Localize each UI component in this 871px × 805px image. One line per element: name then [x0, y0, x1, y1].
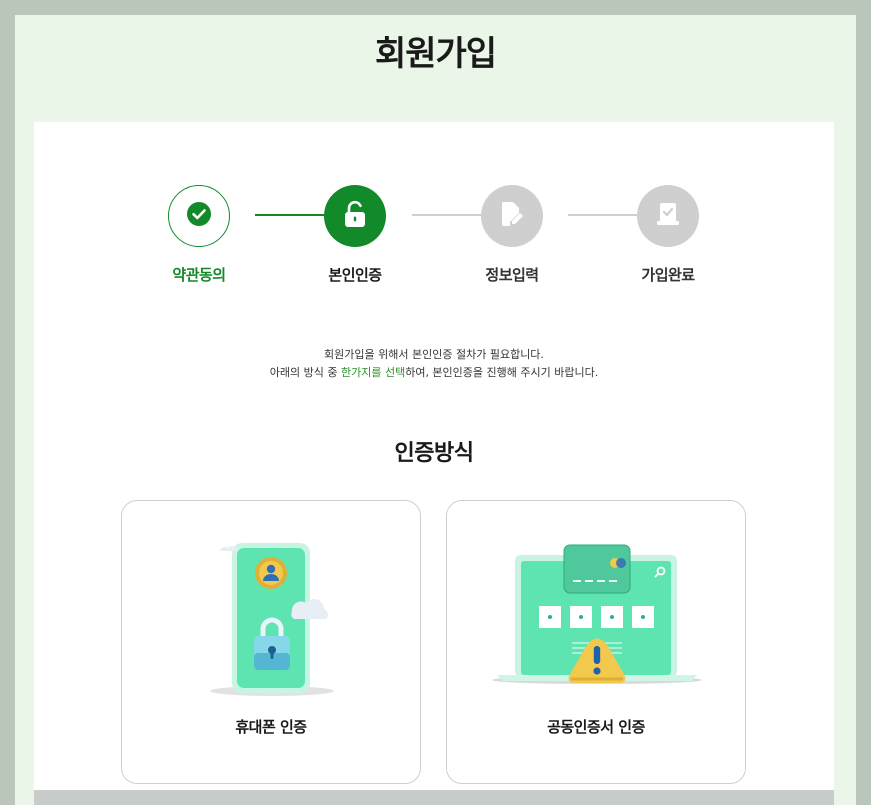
step-label-complete: 가입완료	[641, 266, 695, 284]
method-section-title: 인증방식	[394, 441, 474, 466]
step-label-terms: 약관동의	[172, 266, 226, 284]
step-terms-circle	[168, 185, 230, 247]
phone-verification-label: 휴대폰 인증	[235, 718, 307, 736]
verification-description: 회원가입을 위해서 본인인증 절차가 필요합니다. 아래의 방식 중 한가지를 …	[34, 346, 834, 382]
main-content-card: 약관동의 본인인증 정보입력 가입완료 회원가입을 위해서 본인인증 절차가 필…	[34, 122, 834, 805]
step-verify-circle	[324, 185, 386, 247]
unlock-icon	[342, 200, 368, 232]
step-label-info: 정보입력	[485, 266, 539, 284]
step-connector	[568, 214, 638, 216]
description-text: 아래의 방식 중	[269, 366, 341, 379]
step-info-circle	[481, 185, 543, 247]
page-title: 회원가입	[374, 34, 497, 74]
check-icon	[186, 201, 212, 231]
description-line-1: 회원가입을 위해서 본인인증 절차가 필요합니다.	[324, 348, 544, 361]
step-complete-circle	[637, 185, 699, 247]
step-connector	[255, 214, 325, 216]
phone-lock-icon	[122, 531, 420, 711]
certificate-verification-label: 공동인증서 인증	[547, 718, 645, 736]
description-highlight: 한가지를 선택	[340, 366, 406, 379]
bottom-bar	[34, 790, 834, 805]
certificate-warning-icon	[447, 531, 745, 711]
step-connector	[412, 214, 482, 216]
clipboard-check-icon	[654, 200, 682, 232]
description-text: 하여, 본인인증을 진행해 주시기 바랍니다.	[405, 366, 599, 379]
certificate-verification-card[interactable]: 공동인증서 인증	[446, 500, 746, 784]
description-line-2: 아래의 방식 중 한가지를 선택하여, 본인인증을 진행해 주시기 바랍니다.	[34, 364, 834, 382]
step-label-verify: 본인인증	[328, 266, 382, 284]
edit-icon	[498, 200, 526, 232]
phone-verification-card[interactable]: 휴대폰 인증	[121, 500, 421, 784]
